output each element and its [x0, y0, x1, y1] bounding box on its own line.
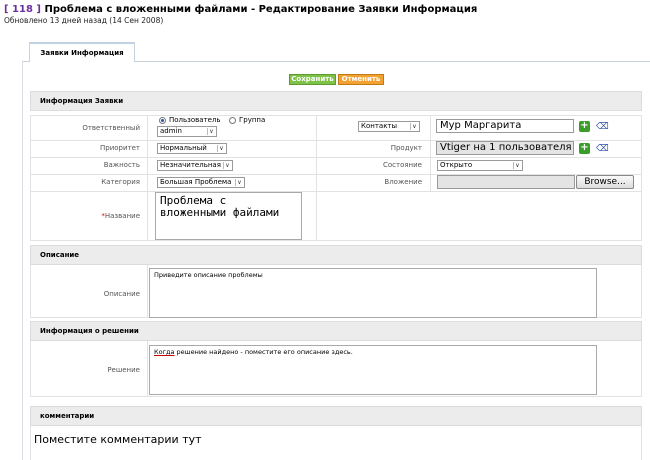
product-label: Продукт [390, 144, 422, 152]
add-product-icon[interactable]: + [579, 143, 590, 154]
contact-name-field[interactable]: Мур Маргарита [436, 119, 574, 133]
section-ticket-info: Информация Заявки [30, 91, 642, 111]
priority-value: Нормальный [160, 144, 207, 152]
col-divider [641, 426, 642, 460]
contact-type-select[interactable]: Контакты ∨ [358, 121, 420, 132]
page-title: [ 118 ] Проблема с вложенными файлами - … [4, 4, 477, 15]
assigned-group-radio-label: Группа [239, 116, 266, 124]
solution-label: Решение [107, 366, 140, 374]
status-select[interactable]: Открыто ∨ [437, 160, 523, 171]
col-divider [641, 341, 642, 396]
row-divider [30, 157, 642, 158]
severity-value: Незначительная [160, 161, 221, 169]
assigned-group-radio[interactable] [229, 117, 236, 124]
add-contact-icon[interactable]: + [579, 121, 590, 132]
chevron-down-icon: ∨ [223, 162, 231, 169]
updated-info: Обновлено 13 дней назад (14 Сен 2008) [4, 16, 164, 25]
status-label: Состояние [382, 161, 422, 169]
col-divider [147, 115, 148, 240]
row-divider [30, 115, 642, 116]
assigned-user-select[interactable]: admin ∨ [157, 126, 217, 137]
save-button[interactable]: Сохранить [289, 74, 336, 85]
description-textarea[interactable]: Приведите описание проблемы [149, 268, 597, 318]
col-divider [147, 265, 148, 317]
severity-select[interactable]: Незначительная ∨ [157, 160, 233, 171]
tab-ticket-info[interactable]: Заявки Информация [29, 42, 135, 62]
browse-button[interactable]: Browse... [576, 175, 634, 189]
severity-label: Важность [103, 161, 140, 169]
clear-contact-icon[interactable]: ⌫ [596, 122, 609, 132]
col-divider [147, 341, 148, 396]
page-title-text: Проблема с вложенными файлами - Редактир… [44, 4, 478, 15]
row-divider [30, 240, 642, 241]
contact-type-value: Контакты [361, 122, 398, 130]
chevron-down-icon: ∨ [513, 162, 521, 169]
category-value: Большая Проблема [160, 178, 232, 186]
status-value: Открыто [440, 161, 473, 169]
category-select[interactable]: Большая Проблема ∨ [157, 177, 245, 188]
product-field[interactable]: Vtiger на 1 пользователя [436, 141, 574, 155]
chevron-down-icon: ∨ [410, 123, 418, 130]
col-divider [430, 115, 431, 191]
record-id: [ 118 ] [4, 4, 41, 15]
col-divider [641, 115, 642, 240]
name-textarea[interactable]: Проблема с вложенными файлами [155, 192, 302, 240]
col-divider [641, 265, 642, 317]
comments-textarea[interactable]: Поместите комментарии тут [31, 431, 640, 460]
solution-spellcheck-word: Когда [154, 348, 175, 356]
assigned-label: Ответственный [82, 124, 140, 132]
row-divider [30, 396, 642, 397]
chevron-down-icon: ∨ [207, 128, 215, 135]
attachment-label: Вложение [384, 178, 422, 186]
solution-textarea[interactable]: Когда решение найдено - поместите его оп… [149, 345, 597, 395]
section-description: Описание [30, 245, 642, 265]
section-comments: комментарии [30, 406, 642, 426]
name-label-text: Название [104, 212, 140, 220]
col-divider [316, 115, 317, 240]
attachment-path-field[interactable] [437, 175, 575, 189]
solution-text: решение найдено - поместите его описание… [174, 348, 353, 356]
priority-select[interactable]: Нормальный ∨ [157, 143, 227, 154]
row-divider [30, 191, 642, 192]
col-divider [30, 341, 31, 396]
assigned-user-radio-label: Пользователь [169, 116, 221, 124]
clear-product-icon[interactable]: ⌫ [596, 144, 609, 154]
priority-label: Приоритет [100, 144, 140, 152]
name-label: *Название [60, 212, 140, 220]
description-label: Описание [103, 290, 140, 298]
section-solution: Информация о решении [30, 321, 642, 341]
assigned-user-value: admin [160, 127, 182, 135]
chevron-down-icon: ∨ [235, 179, 243, 186]
chevron-down-icon: ∨ [217, 145, 225, 152]
frame-border [22, 61, 23, 460]
assigned-user-radio[interactable] [159, 117, 166, 124]
col-divider [30, 265, 31, 317]
cancel-button[interactable]: Отменить [338, 74, 384, 85]
col-divider [30, 115, 31, 240]
category-label: Категория [101, 178, 140, 186]
